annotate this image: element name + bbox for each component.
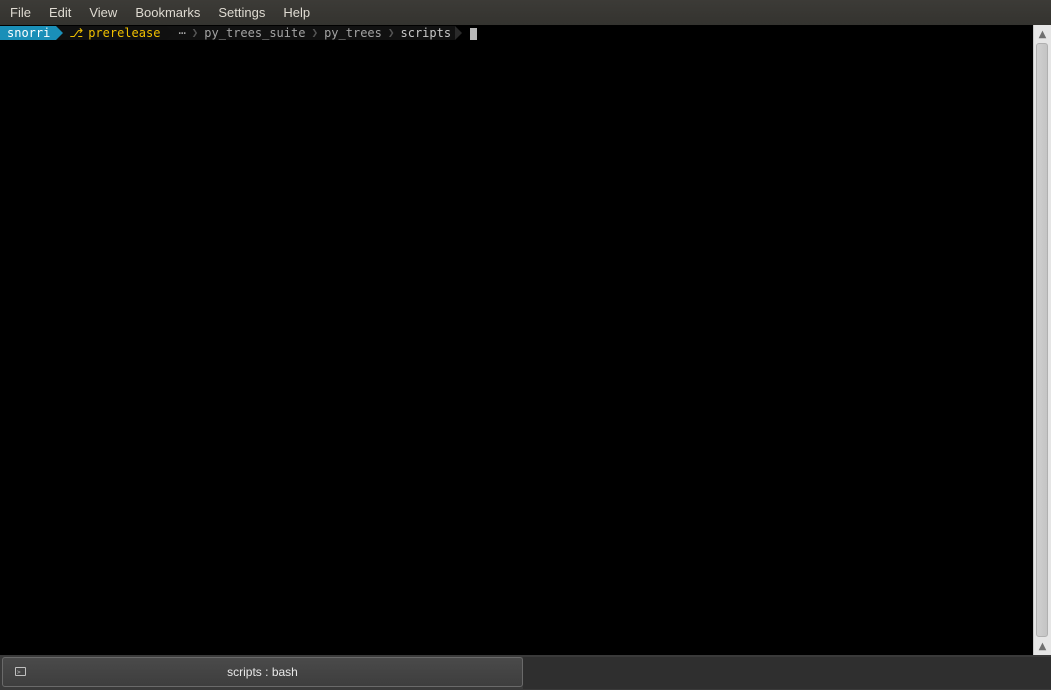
terminal-icon: >_ [15,667,26,676]
path-separator-icon: ❯ [190,26,200,40]
scroll-up-icon[interactable]: ▲ [1034,27,1051,41]
terminal-area[interactable]: snorri ⎇ prerelease ⋯ ❯ py_trees_suite ❯ … [0,25,1033,655]
menu-file[interactable]: File [1,0,40,25]
prompt-ellipsis: ⋯ [173,26,191,40]
menu-edit[interactable]: Edit [40,0,80,25]
tab-label: scripts : bash [227,665,298,679]
scrollbar-thumb[interactable] [1036,43,1048,637]
prompt-arrow-icon [455,26,463,40]
scroll-up-icon[interactable]: ▲ [1034,639,1051,653]
menu-bar: File Edit View Bookmarks Settings Help [0,0,1051,25]
shell-prompt: snorri ⎇ prerelease ⋯ ❯ py_trees_suite ❯ … [0,26,463,40]
tab-scripts-bash[interactable]: >_ scripts : bash [2,657,523,687]
prompt-path-segment: py_trees_suite [199,26,311,40]
prompt-branch: prerelease [88,26,161,40]
scroll-down-icon[interactable] [1034,652,1051,654]
menu-settings[interactable]: Settings [209,0,274,25]
tab-bar-empty-area[interactable] [523,657,1051,689]
prompt-arrow-icon [56,26,64,40]
prompt-git-segment: ⎇ prerelease [63,26,167,40]
prompt-arrow-icon [166,26,174,40]
menu-view[interactable]: View [80,0,126,25]
prompt-path-segment: py_trees [319,26,387,40]
text-cursor [470,28,477,40]
path-separator-icon: ❯ [386,26,396,40]
tab-bar: >_ scripts : bash [0,655,1051,690]
git-branch-icon: ⎇ [69,26,84,40]
konsole-window: File Edit View Bookmarks Settings Help s… [0,0,1051,690]
prompt-user: snorri [0,26,57,40]
path-separator-icon: ❯ [310,26,320,40]
vertical-scrollbar[interactable]: ▲ ▲ [1033,25,1051,655]
menu-help[interactable]: Help [274,0,319,25]
prompt-path-segment: scripts [395,26,456,40]
menu-bookmarks[interactable]: Bookmarks [126,0,209,25]
